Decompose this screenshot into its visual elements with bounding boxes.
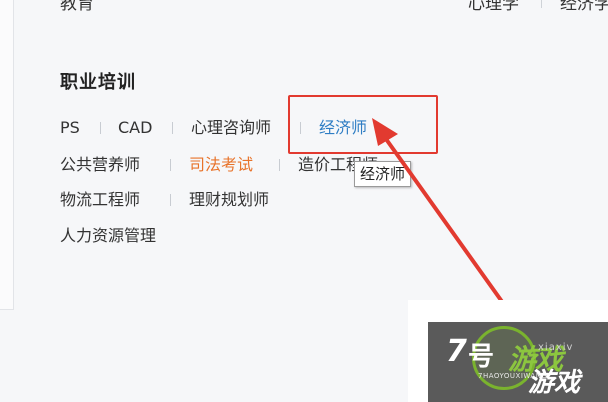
left-panel-edge bbox=[0, 0, 14, 310]
link-logistics-engineer[interactable]: 物流工程师 bbox=[60, 190, 140, 210]
top-partial-link-right-1[interactable]: 心理学 bbox=[468, 0, 519, 12]
watermark-youxi-second: 游戏 bbox=[528, 368, 581, 398]
tooltip: 经济师 bbox=[354, 161, 412, 187]
top-partial-row: 教育 心理学 经济学 bbox=[0, 0, 608, 12]
link-separator bbox=[100, 122, 101, 134]
link-psychological-counselor[interactable]: 心理咨询师 bbox=[191, 118, 271, 138]
link-separator bbox=[170, 194, 171, 206]
link-separator bbox=[279, 159, 280, 171]
link-public-nutritionist[interactable]: 公共营养师 bbox=[60, 155, 140, 175]
link-separator bbox=[172, 122, 173, 134]
top-partial-link-left[interactable]: 教育 bbox=[60, 0, 94, 12]
section-title: 职业培训 bbox=[60, 72, 136, 93]
top-separator bbox=[541, 0, 542, 8]
link-judicial-exam[interactable]: 司法考试 bbox=[189, 155, 253, 175]
watermark-logo: 7 号 游戏 xiaxiv 7HAOYOUXIWANG 游戏 bbox=[428, 322, 608, 402]
top-partial-link-right-2[interactable]: 经济学 bbox=[560, 0, 608, 12]
link-ps[interactable]: PS bbox=[60, 118, 80, 138]
link-separator bbox=[170, 159, 171, 171]
watermark-number: 7 bbox=[446, 334, 467, 369]
watermark-domain: xiaxiv bbox=[538, 342, 574, 353]
link-financial-planner[interactable]: 理财规划师 bbox=[189, 190, 269, 210]
link-cad[interactable]: CAD bbox=[118, 118, 152, 138]
annotation-highlight-box bbox=[288, 95, 438, 154]
link-human-resources[interactable]: 人力资源管理 bbox=[60, 226, 156, 246]
watermark-hao: 号 bbox=[468, 342, 495, 372]
